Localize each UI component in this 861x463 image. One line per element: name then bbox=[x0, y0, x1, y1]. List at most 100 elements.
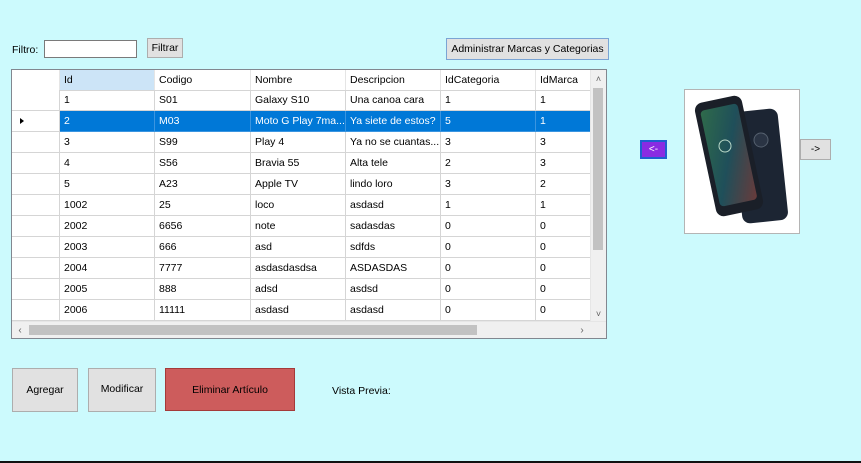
cell-id[interactable]: 1 bbox=[60, 90, 155, 111]
cell-descripcion[interactable]: Una canoa cara bbox=[346, 90, 441, 111]
filter-button[interactable]: Filtrar bbox=[147, 38, 183, 58]
cell-nombre[interactable]: Play 4 bbox=[251, 132, 346, 153]
cell-id[interactable]: 1002 bbox=[60, 195, 155, 216]
cell-idcategoria[interactable]: 1 bbox=[441, 90, 536, 111]
cell-nombre[interactable]: loco bbox=[251, 195, 346, 216]
cell-idmarca[interactable]: 1 bbox=[536, 195, 592, 216]
table-row[interactable]: 2 M03 Moto G Play 7ma... Ya siete de estos?… bbox=[12, 111, 592, 132]
cell-id[interactable]: 2006 bbox=[60, 300, 155, 321]
cell-nombre[interactable]: Bravia 55 bbox=[251, 153, 346, 174]
cell-codigo[interactable]: 11111 bbox=[155, 300, 251, 321]
scroll-right-arrow-icon[interactable]: › bbox=[574, 322, 590, 338]
vertical-scrollbar[interactable]: ˄ ˅ bbox=[590, 70, 606, 322]
cell-nombre[interactable]: asdasd bbox=[251, 300, 346, 321]
row-header[interactable] bbox=[12, 111, 60, 132]
cell-idcategoria[interactable]: 1 bbox=[441, 195, 536, 216]
table-row[interactable]: 2004 7777 asdasdasdsa ASDASDAS 0 0 bbox=[12, 258, 592, 279]
cell-codigo[interactable]: 888 bbox=[155, 279, 251, 300]
row-header[interactable] bbox=[12, 216, 60, 237]
cell-idmarca[interactable]: 0 bbox=[536, 258, 592, 279]
cell-nombre[interactable]: Moto G Play 7ma... bbox=[251, 111, 346, 132]
cell-idmarca[interactable]: 2 bbox=[536, 174, 592, 195]
cell-idmarca[interactable]: 0 bbox=[536, 216, 592, 237]
column-header-idcategoria[interactable]: IdCategoria bbox=[441, 70, 536, 90]
cell-idcategoria[interactable]: 0 bbox=[441, 279, 536, 300]
table-row[interactable]: 2005 888 adsd asdsd 0 0 bbox=[12, 279, 592, 300]
column-header-codigo[interactable]: Codigo bbox=[155, 70, 251, 90]
row-header[interactable] bbox=[12, 90, 60, 111]
cell-nombre[interactable]: Galaxy S10 bbox=[251, 90, 346, 111]
cell-idcategoria[interactable]: 0 bbox=[441, 300, 536, 321]
filter-input[interactable] bbox=[44, 40, 137, 58]
row-header[interactable] bbox=[12, 279, 60, 300]
cell-idmarca[interactable]: 3 bbox=[536, 153, 592, 174]
cell-idmarca[interactable]: 1 bbox=[536, 111, 592, 132]
cell-descripcion[interactable]: asdsd bbox=[346, 279, 441, 300]
add-article-button[interactable]: Agregar bbox=[12, 368, 78, 412]
cell-descripcion[interactable]: Ya no se cuantas... bbox=[346, 132, 441, 153]
cell-codigo[interactable]: M03 bbox=[155, 111, 251, 132]
scroll-down-arrow-icon[interactable]: ˅ bbox=[591, 305, 606, 322]
articles-grid[interactable]: Id Codigo Nombre Descripcion IdCategoria… bbox=[11, 69, 607, 339]
scroll-left-arrow-icon[interactable]: ‹ bbox=[12, 322, 28, 338]
delete-article-button[interactable]: Eliminar Artículo bbox=[165, 368, 295, 411]
cell-descripcion[interactable]: Ya siete de estos? bbox=[346, 111, 441, 132]
column-header-nombre[interactable]: Nombre bbox=[251, 70, 346, 90]
column-header-idmarca[interactable]: IdMarca bbox=[536, 70, 592, 90]
previous-image-button[interactable]: <- bbox=[640, 140, 667, 159]
horizontal-scrollbar[interactable]: ‹ › bbox=[12, 321, 606, 338]
cell-codigo[interactable]: 6656 bbox=[155, 216, 251, 237]
cell-idmarca[interactable]: 1 bbox=[536, 90, 592, 111]
table-row[interactable]: 3 S99 Play 4 Ya no se cuantas... 3 3 bbox=[12, 132, 592, 153]
table-row[interactable]: 1002 25 loco asdasd 1 1 bbox=[12, 195, 592, 216]
cell-codigo[interactable]: S99 bbox=[155, 132, 251, 153]
cell-descripcion[interactable]: asdasd bbox=[346, 300, 441, 321]
next-image-button[interactable]: -> bbox=[800, 139, 831, 160]
row-header[interactable] bbox=[12, 300, 60, 321]
manage-brands-categories-button[interactable]: Administrar Marcas y Categorias bbox=[446, 38, 609, 60]
cell-id[interactable]: 2002 bbox=[60, 216, 155, 237]
cell-idcategoria[interactable]: 0 bbox=[441, 258, 536, 279]
cell-nombre[interactable]: note bbox=[251, 216, 346, 237]
cell-idcategoria[interactable]: 3 bbox=[441, 174, 536, 195]
row-header[interactable] bbox=[12, 195, 60, 216]
cell-codigo[interactable]: S01 bbox=[155, 90, 251, 111]
scroll-up-arrow-icon[interactable]: ˄ bbox=[591, 70, 606, 87]
table-row[interactable]: 5 A23 Apple TV lindo loro 3 2 bbox=[12, 174, 592, 195]
cell-nombre[interactable]: asd bbox=[251, 237, 346, 258]
table-row[interactable]: 1 S01 Galaxy S10 Una canoa cara 1 1 bbox=[12, 90, 592, 111]
cell-idcategoria[interactable]: 0 bbox=[441, 216, 536, 237]
cell-idcategoria[interactable]: 3 bbox=[441, 132, 536, 153]
cell-codigo[interactable]: 7777 bbox=[155, 258, 251, 279]
column-header-descripcion[interactable]: Descripcion bbox=[346, 70, 441, 90]
cell-idcategoria[interactable]: 0 bbox=[441, 237, 536, 258]
cell-descripcion[interactable]: ASDASDAS bbox=[346, 258, 441, 279]
row-header[interactable] bbox=[12, 153, 60, 174]
row-header[interactable] bbox=[12, 258, 60, 279]
table-row[interactable]: 2003 666 asd sdfds 0 0 bbox=[12, 237, 592, 258]
cell-id[interactable]: 2004 bbox=[60, 258, 155, 279]
row-header[interactable] bbox=[12, 174, 60, 195]
table-row[interactable]: 2006 11111 asdasd asdasd 0 0 bbox=[12, 300, 592, 321]
cell-descripcion[interactable]: asdasd bbox=[346, 195, 441, 216]
cell-id[interactable]: 2005 bbox=[60, 279, 155, 300]
cell-descripcion[interactable]: lindo loro bbox=[346, 174, 441, 195]
cell-codigo[interactable]: 25 bbox=[155, 195, 251, 216]
cell-descripcion[interactable]: sadasdas bbox=[346, 216, 441, 237]
row-header[interactable] bbox=[12, 237, 60, 258]
row-header[interactable] bbox=[12, 132, 60, 153]
cell-id[interactable]: 2 bbox=[60, 111, 155, 132]
cell-idcategoria[interactable]: 5 bbox=[441, 111, 536, 132]
cell-idmarca[interactable]: 0 bbox=[536, 237, 592, 258]
table-row[interactable]: 4 S56 Bravia 55 Alta tele 2 3 bbox=[12, 153, 592, 174]
cell-codigo[interactable]: S56 bbox=[155, 153, 251, 174]
vertical-scroll-thumb[interactable] bbox=[593, 88, 603, 250]
cell-codigo[interactable]: A23 bbox=[155, 174, 251, 195]
cell-nombre[interactable]: asdasdasdsa bbox=[251, 258, 346, 279]
cell-id[interactable]: 4 bbox=[60, 153, 155, 174]
column-header-id[interactable]: Id bbox=[60, 70, 155, 90]
cell-id[interactable]: 2003 bbox=[60, 237, 155, 258]
horizontal-scroll-thumb[interactable] bbox=[29, 325, 477, 335]
cell-idcategoria[interactable]: 2 bbox=[441, 153, 536, 174]
cell-idmarca[interactable]: 0 bbox=[536, 300, 592, 321]
